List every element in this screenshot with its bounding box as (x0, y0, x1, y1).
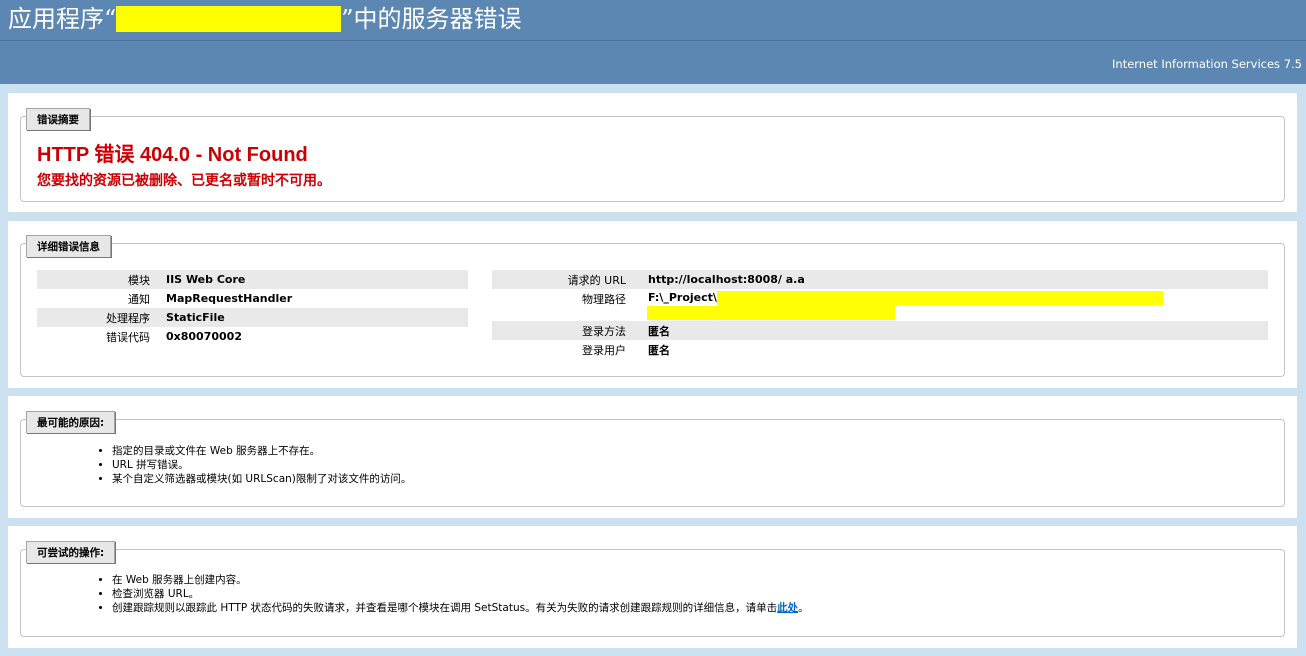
table-row: 模块 IIS Web Core (37, 270, 468, 289)
detail-label: 处理程序 (37, 308, 160, 327)
summary-tab: 错误摘要 (26, 108, 90, 130)
table-row: 通知 MapRequestHandler (37, 289, 468, 308)
detail-label: 错误代码 (106, 330, 150, 344)
server-name: Internet Information Services 7.5 (1112, 57, 1302, 71)
error-title: HTTP 错误 404.0 - Not Found (37, 144, 308, 166)
redacted-app-name (116, 6, 342, 32)
page-header: 应用程序“ ”中的服务器错误 (0, 0, 1306, 41)
detail-label: 模块 (37, 270, 160, 289)
list-item: 某个自定义筛选器或模块(如 URLScan)限制了对该文件的访问。 (112, 472, 411, 486)
actions-panel: 可尝试的操作: 在 Web 服务器上创建内容。 检查浏览器 URL。 创建跟踪规… (8, 526, 1297, 648)
title-suffix: ”中的服务器错误 (341, 5, 522, 33)
detail-value: IIS Web Core (160, 270, 468, 289)
list-item: 检查浏览器 URL。 (112, 587, 809, 601)
summary-panel: 错误摘要 HTTP 错误 404.0 - Not Found 您要找的资源已被删… (8, 93, 1297, 212)
causes-tab: 最可能的原因: (26, 411, 116, 433)
detail-label: 通知 (128, 292, 150, 306)
redacted-path-1 (716, 291, 1163, 305)
actions-tab: 可尝试的操作: (26, 541, 116, 563)
redacted-path-2 (647, 306, 895, 320)
detail-label: 物理路径 (582, 293, 626, 306)
detail-value: 匿名 (648, 343, 670, 357)
list-item: 在 Web 服务器上创建内容。 (112, 573, 809, 587)
list-item: URL 拼写错误。 (112, 458, 411, 472)
detail-value: http://localhost:8008/ a.a (636, 270, 1268, 289)
title-prefix: 应用程序“ (8, 5, 117, 33)
actions-list: 在 Web 服务器上创建内容。 检查浏览器 URL。 创建跟踪规则以跟踪此 HT… (92, 573, 809, 615)
table-row: 登录用户 匿名 (492, 340, 1268, 359)
table-row: 物理路径 F:\_Project\ (492, 289, 1268, 321)
table-row: 请求的 URL http://localhost:8008/ a.a (492, 270, 1268, 289)
list-item: 指定的目录或文件在 Web 服务器上不存在。 (112, 444, 411, 458)
error-message: 您要找的资源已被删除、已更名或暂时不可用。 (37, 173, 331, 189)
details-left-table: 模块 IIS Web Core 通知 MapRequestHandler 处理程… (37, 270, 468, 346)
list-item-end: 。 (798, 602, 809, 614)
here-link[interactable]: 此处 (777, 602, 798, 614)
causes-panel: 最可能的原因: 指定的目录或文件在 Web 服务器上不存在。 URL 拼写错误。… (8, 396, 1297, 518)
details-tab: 详细错误信息 (26, 235, 111, 257)
causes-list: 指定的目录或文件在 Web 服务器上不存在。 URL 拼写错误。 某个自定义筛选… (92, 444, 411, 486)
server-banner: Internet Information Services 7.5 (0, 41, 1306, 84)
details-right-table: 请求的 URL http://localhost:8008/ a.a 物理路径 … (492, 270, 1268, 359)
detail-value: StaticFile (160, 308, 468, 327)
list-item: 创建跟踪规则以跟踪此 HTTP 状态代码的失败请求，并查看是哪个模块在调用 Se… (112, 601, 809, 615)
detail-value: MapRequestHandler (166, 292, 293, 305)
table-row: 登录方法 匿名 (492, 321, 1268, 340)
physical-path-text: F:\_Project\ (648, 291, 717, 304)
detail-label: 登录方法 (492, 321, 636, 340)
detail-label: 请求的 URL (492, 270, 636, 289)
table-row: 处理程序 StaticFile (37, 308, 468, 327)
detail-value: 匿名 (636, 321, 1268, 340)
detail-value-path: F:\_Project\ (636, 289, 1268, 321)
list-item-text: 创建跟踪规则以跟踪此 HTTP 状态代码的失败请求，并查看是哪个模块在调用 Se… (112, 602, 778, 614)
table-row: 错误代码 0x80070002 (37, 327, 468, 346)
details-panel: 详细错误信息 模块 IIS Web Core 通知 MapRequestHand… (8, 221, 1297, 388)
detail-value: 0x80070002 (166, 330, 242, 343)
page-title: 应用程序“ ”中的服务器错误 (8, 2, 522, 36)
detail-label: 登录用户 (582, 343, 626, 357)
